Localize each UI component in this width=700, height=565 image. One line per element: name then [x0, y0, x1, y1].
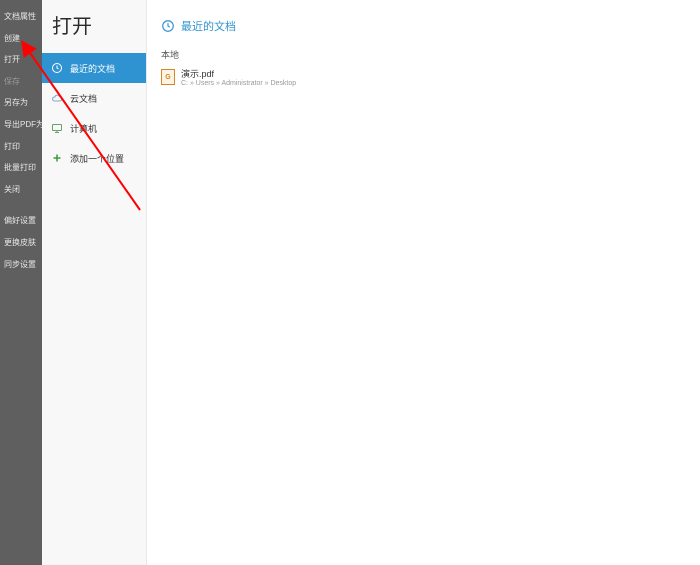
- sidebar-item-export[interactable]: 导出PDF为: [0, 114, 42, 136]
- sidebar-item-skin[interactable]: 更换皮肤: [0, 232, 42, 254]
- file-entry[interactable]: G 演示.pdf C: » Users » Administrator » De…: [161, 67, 686, 90]
- plus-icon: [50, 151, 64, 165]
- sidebar-item-properties[interactable]: 文档属性: [0, 6, 42, 28]
- sidebar-item-batchprint[interactable]: 批量打印: [0, 157, 42, 179]
- sidebar-item-print[interactable]: 打印: [0, 136, 42, 158]
- mid-item-cloud[interactable]: 云文档: [42, 83, 146, 113]
- section-label-local: 本地: [161, 48, 686, 61]
- file-name: 演示.pdf: [181, 69, 296, 80]
- sidebar-item-preferences[interactable]: 偏好设置: [0, 210, 42, 232]
- middle-panel: 打开 最近的文档 云文档 计算机 添加一个位置: [42, 0, 147, 565]
- computer-icon: [50, 121, 64, 135]
- file-path: C: » Users » Administrator » Desktop: [181, 80, 296, 88]
- cloud-icon: [50, 91, 64, 105]
- file-meta: 演示.pdf C: » Users » Administrator » Desk…: [181, 69, 296, 88]
- mid-item-label: 云文档: [70, 92, 97, 105]
- mid-item-label: 最近的文档: [70, 62, 115, 75]
- mid-item-add-location[interactable]: 添加一个位置: [42, 143, 146, 173]
- left-sidebar: 文档属性 创建 打开 保存 另存为 导出PDF为 打印 批量打印 关闭 偏好设置…: [0, 0, 42, 565]
- sidebar-item-open[interactable]: 打开: [0, 49, 42, 71]
- main-heading-text: 最近的文档: [181, 18, 236, 34]
- main-content: 最近的文档 本地 G 演示.pdf C: » Users » Administr…: [147, 0, 700, 565]
- pdf-file-icon: G: [161, 69, 175, 85]
- clock-icon: [161, 19, 175, 33]
- page-title: 打开: [42, 0, 146, 53]
- sidebar-item-close[interactable]: 关闭: [0, 179, 42, 201]
- mid-item-recent[interactable]: 最近的文档: [42, 53, 146, 83]
- mid-item-label: 添加一个位置: [70, 152, 124, 165]
- mid-item-computer[interactable]: 计算机: [42, 113, 146, 143]
- sidebar-item-save[interactable]: 保存: [0, 71, 42, 93]
- mid-item-label: 计算机: [70, 122, 97, 135]
- sidebar-item-create[interactable]: 创建: [0, 28, 42, 50]
- clock-icon: [50, 61, 64, 75]
- main-heading: 最近的文档: [161, 18, 686, 34]
- sidebar-item-sync[interactable]: 同步设置: [0, 254, 42, 276]
- sidebar-item-saveas[interactable]: 另存为: [0, 92, 42, 114]
